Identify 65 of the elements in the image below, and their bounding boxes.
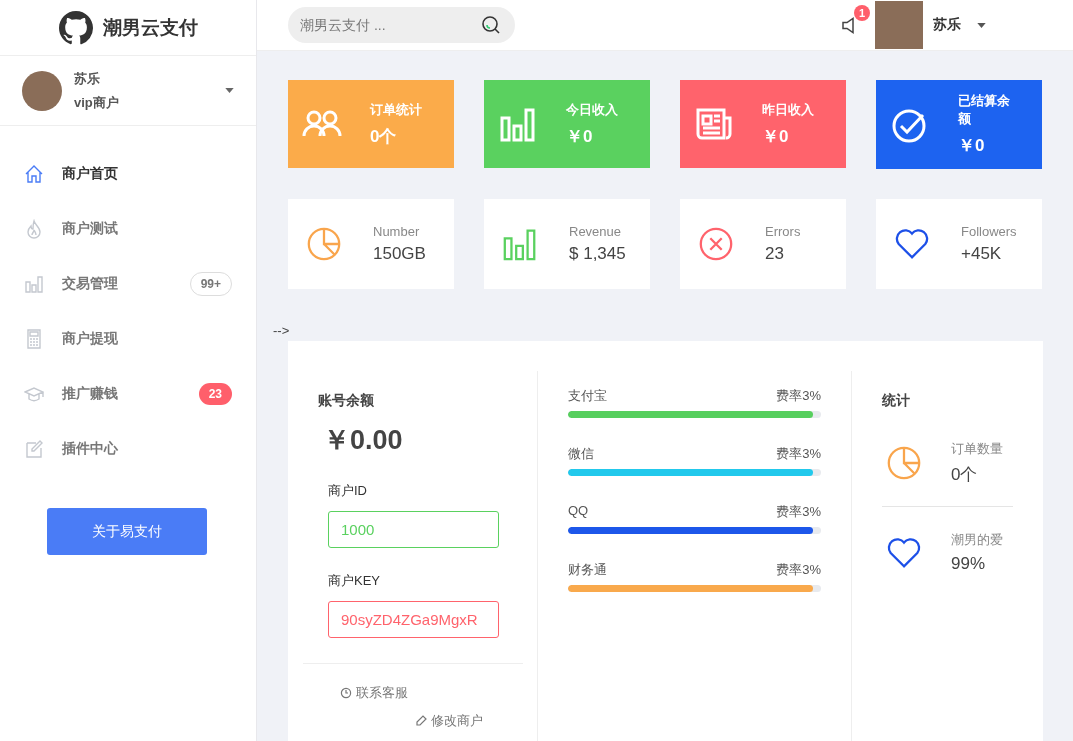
card-label: 昨日收入	[762, 100, 815, 119]
stat-value: 0个	[951, 464, 979, 486]
stat-label: Number	[373, 224, 421, 239]
channel-rate: 费率3%	[776, 387, 821, 405]
card-value: ￥0	[762, 125, 790, 148]
sidebar-item[interactable]: 交易管理 99+	[24, 256, 232, 311]
footer-link[interactable]: 联系客服	[340, 684, 523, 702]
channel-name: 微信	[568, 445, 594, 463]
channel-rate: 费率3%	[776, 561, 821, 579]
user-name: 苏乐	[74, 69, 101, 88]
stat-value: +45K	[961, 244, 1003, 264]
channel-rate: 费率3%	[776, 445, 821, 463]
count-badge: 23	[198, 382, 232, 405]
stat-value: 99%	[951, 554, 987, 574]
about-button[interactable]: 关于易支付	[47, 508, 207, 555]
nav-icon	[24, 438, 44, 459]
pencil-icon	[415, 715, 427, 727]
stat-label: 订单数量	[951, 440, 1003, 458]
card-value: ￥0	[958, 135, 986, 157]
stat-value: $ 1,345	[569, 244, 626, 264]
balance-amount: ￥0.00	[323, 424, 404, 457]
brand-name: 潮男云支付	[102, 15, 198, 40]
clock-icon	[340, 687, 352, 699]
channel-name: 财务通	[568, 561, 607, 579]
stat-label: Followers	[961, 224, 1017, 239]
caret-icon[interactable]	[225, 88, 234, 93]
speaker-icon[interactable]	[842, 16, 854, 34]
stat-value: 150GB	[373, 244, 426, 264]
stats-title: 统计	[882, 392, 911, 410]
search-field[interactable]: 潮男云支付 ...	[288, 7, 515, 43]
sidebar-item[interactable]: 推广赚钱 23	[24, 366, 232, 421]
stat-label: Errors	[765, 224, 801, 239]
cat-logo-icon	[58, 10, 93, 45]
avatar	[22, 70, 62, 111]
stat-label: 潮男的爱	[951, 531, 1003, 549]
nav-icon	[24, 163, 44, 184]
field-label: 商户ID	[328, 482, 368, 500]
stat-value: 23	[765, 244, 785, 264]
merchant-key-field[interactable]: 90syZD4ZGa9MgxR	[328, 601, 499, 638]
sidebar-item[interactable]: 商户首页	[24, 146, 232, 201]
user-name[interactable]: 苏乐	[933, 16, 961, 34]
nav-icon	[24, 273, 44, 294]
channel-name: 支付宝	[568, 387, 607, 405]
notification-badge: 1	[854, 4, 870, 21]
nav-icon	[24, 218, 44, 239]
sidebar-item[interactable]: 插件中心	[24, 421, 232, 476]
caret-icon[interactable]	[977, 22, 986, 28]
sidebar-item[interactable]: 商户提现	[24, 311, 232, 366]
channel-rate: 费率3%	[776, 503, 821, 521]
field-label: 商户KEY	[328, 572, 381, 590]
card-label: 已结算余额	[958, 92, 1011, 128]
channel-name: QQ	[568, 503, 589, 520]
card-label: 今日收入	[566, 100, 619, 119]
card-label: 订单统计	[370, 100, 423, 119]
search-icon[interactable]	[481, 15, 501, 35]
card-value: 0个	[370, 125, 398, 148]
sidebar-item[interactable]: 商户测试	[24, 201, 232, 256]
card-value: ￥0	[566, 125, 594, 148]
nav-icon	[24, 328, 44, 349]
balance-title: 账号余额	[318, 392, 375, 410]
footer-link[interactable]: 修改商户	[415, 712, 523, 730]
stat-label: Revenue	[569, 224, 623, 239]
stat-icon	[885, 444, 923, 482]
user-role: vip商户	[74, 93, 120, 112]
stray-text: -->	[273, 323, 291, 338]
